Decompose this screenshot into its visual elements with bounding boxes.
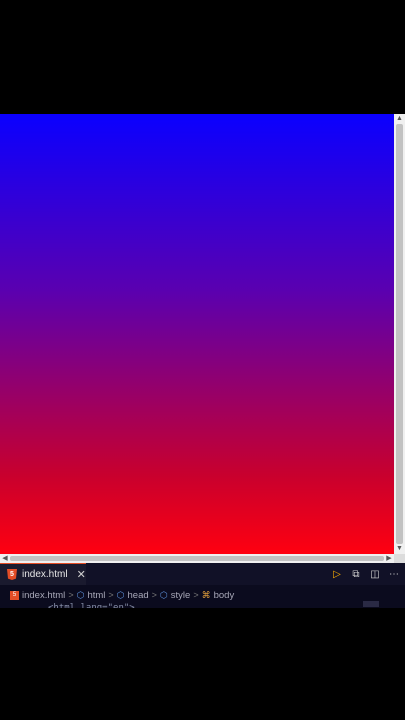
tab-index-html[interactable]: 5 index.html ✕ xyxy=(0,563,86,585)
editor-actions: ▷ ⧉ ◫ ⋯ xyxy=(332,563,399,585)
gradient-canvas xyxy=(0,114,394,554)
more-icon[interactable]: ⋯ xyxy=(389,569,399,580)
tab-label: index.html xyxy=(22,569,68,580)
chevron-right-icon: > xyxy=(151,590,157,600)
scrollbar-corner xyxy=(394,554,405,563)
selector-icon: ⌘ xyxy=(201,589,211,600)
breadcrumb-body[interactable]: ⌘ body xyxy=(202,590,235,601)
minimap[interactable] xyxy=(363,601,379,607)
scroll-left-icon[interactable]: ◀ xyxy=(0,554,10,563)
horizontal-scrollbar[interactable]: ◀ ▶ xyxy=(0,554,394,563)
breadcrumb-head[interactable]: ⬡ head xyxy=(117,590,149,601)
scroll-right-icon[interactable]: ▶ xyxy=(384,554,394,563)
cube-icon: ⬡ xyxy=(76,589,85,600)
chevron-right-icon: > xyxy=(108,590,114,600)
html5-icon: 5 xyxy=(7,569,17,580)
vertical-scrollbar[interactable]: ▲ ▼ xyxy=(394,114,405,554)
run-icon[interactable]: ▷ xyxy=(332,569,342,580)
close-icon[interactable]: ✕ xyxy=(77,568,86,581)
vertical-scroll-thumb[interactable] xyxy=(396,124,403,544)
breadcrumb-style[interactable]: ⬡ style xyxy=(160,590,190,601)
bottom-black-bar xyxy=(0,608,405,720)
scroll-up-icon[interactable]: ▲ xyxy=(394,114,405,124)
preview-split-icon[interactable]: ⧉ xyxy=(351,569,361,580)
editor-tab-bar: 5 index.html ✕ ▷ ⧉ ◫ ⋯ xyxy=(0,563,405,585)
top-black-bar xyxy=(0,0,405,114)
breadcrumb: 5 index.html > ⬡ html > ⬡ head > ⬡ style… xyxy=(10,588,234,602)
split-editor-icon[interactable]: ◫ xyxy=(370,569,380,580)
chevron-right-icon: > xyxy=(193,590,199,600)
cube-icon: ⬡ xyxy=(159,589,168,600)
breadcrumb-file[interactable]: 5 index.html xyxy=(10,590,65,601)
chevron-right-icon: > xyxy=(68,590,74,600)
browser-preview: ▲ ▼ ◀ ▶ xyxy=(0,114,405,563)
cube-icon: ⬡ xyxy=(116,589,125,600)
horizontal-scroll-thumb[interactable] xyxy=(10,556,384,561)
html5-icon: 5 xyxy=(10,590,19,600)
code-editor: 5 index.html ✕ ▷ ⧉ ◫ ⋯ 5 index.html > ⬡ … xyxy=(0,563,405,608)
scroll-down-icon[interactable]: ▼ xyxy=(394,544,405,554)
breadcrumb-html[interactable]: ⬡ html xyxy=(77,590,106,601)
